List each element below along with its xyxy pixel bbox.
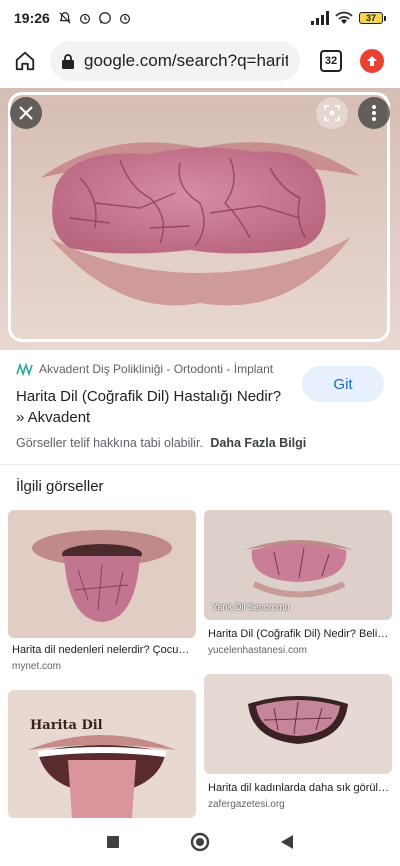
browser-toolbar: google.com/search?q=harita 32 (0, 36, 400, 86)
close-icon (19, 106, 33, 120)
related-card[interactable]: Harita dil nedenleri nelerdir? Çocuklard… (8, 510, 196, 678)
related-card[interactable]: Harita dil kadınlarda daha sık görülüyor… (204, 674, 392, 816)
hero-image-viewer[interactable] (0, 88, 400, 350)
lens-icon (324, 105, 340, 121)
lock-icon (62, 53, 74, 69)
wifi-icon (335, 11, 353, 24)
whatsapp-icon (98, 12, 111, 24)
tabs-button[interactable]: 32 (320, 50, 342, 72)
alarm-icon (119, 13, 130, 24)
signal-icon (311, 11, 329, 25)
hero-selection-frame (8, 92, 390, 342)
related-thumbnail (8, 690, 196, 818)
back-icon (280, 835, 293, 849)
related-card[interactable]: Yarık Dil Sendromu Harita Dil (Coğrafik … (204, 510, 392, 660)
battery-icon: 37 (359, 12, 386, 24)
more-icon (372, 105, 376, 121)
source-name: Akvadent Diş Polikliniği - Ortodonti - İ… (39, 362, 274, 376)
status-bar: 19:26 37 (0, 0, 400, 36)
related-card-title: Harita Dil (Coğrafik Dil) Nedir? Belirti… (208, 628, 390, 640)
copyright-text: Görseller telif hakkına tabi olabilir. (16, 436, 203, 450)
recents-button[interactable] (98, 827, 128, 857)
update-icon (367, 56, 377, 66)
related-heading: İlgili görseller (16, 478, 104, 495)
related-thumbnail (8, 510, 196, 638)
related-card-overlay: Yarık Dil Sendromu (212, 602, 290, 612)
circle-icon (190, 832, 210, 852)
divider (0, 464, 400, 465)
home-button[interactable] (10, 46, 40, 76)
lens-button[interactable] (316, 97, 348, 129)
more-info-link[interactable]: Daha Fazla Bilgi (210, 436, 306, 450)
back-button[interactable] (272, 827, 302, 857)
source-row[interactable]: Akvadent Diş Polikliniği - Ortodonti - İ… (16, 362, 273, 376)
related-card-title: Harita dil nedenleri nelerdir? Çocuklard… (12, 644, 194, 656)
related-card-source: yucelenhastanesi.com (208, 645, 307, 656)
url-bar[interactable]: google.com/search?q=harita (50, 41, 300, 81)
alarm-icon (79, 13, 90, 24)
related-card-overlay: Harita Dil (30, 718, 103, 733)
related-card-source: zafergazetesi.org (208, 799, 285, 810)
related-card-title: Harita dil kadınlarda daha sık görülüyor (208, 782, 390, 794)
url-text: google.com/search?q=harita (84, 51, 288, 70)
more-options-button[interactable] (358, 97, 390, 129)
related-card-source: mynet.com (12, 661, 61, 672)
status-time: 19:26 (14, 10, 50, 26)
visit-button[interactable]: Git (302, 366, 384, 402)
battery-level: 37 (359, 12, 383, 24)
update-button[interactable] (360, 49, 384, 73)
system-nav-bar (0, 818, 400, 866)
close-button[interactable] (10, 97, 42, 129)
tab-count: 32 (324, 55, 338, 67)
related-card[interactable]: Harita Dil (8, 690, 196, 818)
related-thumbnail (204, 674, 392, 774)
mute-icon (59, 12, 71, 24)
square-icon (107, 836, 120, 848)
copyright-note: Görseller telif hakkına tabi olabilir. D… (16, 436, 306, 450)
akvadent-logo-icon (16, 362, 33, 376)
result-title-link[interactable]: Harita Dil (Coğrafik Dil) Hastalığı Nedi… (16, 386, 286, 428)
home-icon (15, 51, 35, 71)
home-nav-button[interactable] (185, 827, 215, 857)
